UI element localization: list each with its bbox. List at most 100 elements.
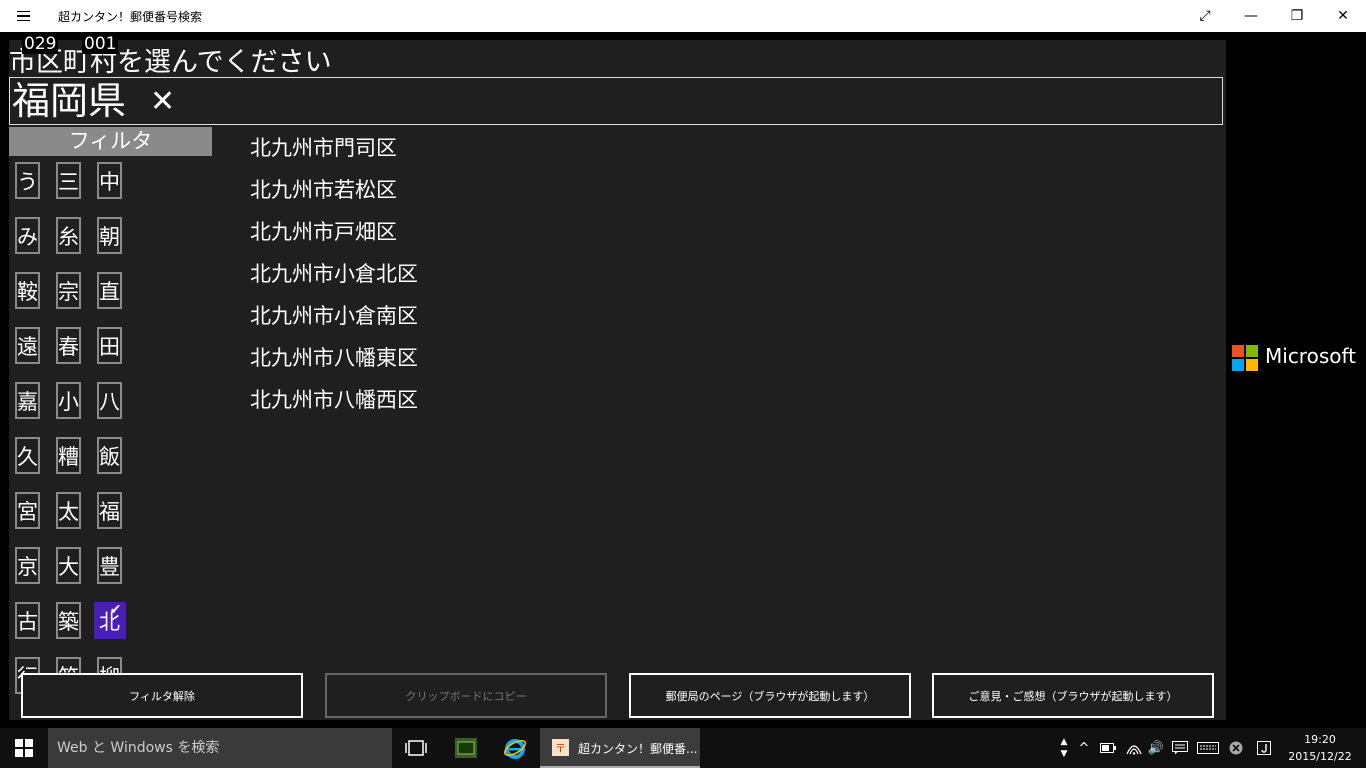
filter-char: 飯: [99, 444, 120, 469]
fullscreen-icon[interactable]: ⤢: [1182, 0, 1228, 32]
filter-char: う: [17, 169, 38, 194]
show-hidden-icons-icon[interactable]: ^: [1076, 728, 1092, 768]
city-list-item[interactable]: 北九州市八幡西区: [250, 385, 418, 427]
windows-start-icon[interactable]: [0, 728, 48, 768]
prefecture-name: 福岡県: [12, 79, 127, 123]
filter-button[interactable]: 糸: [56, 217, 81, 254]
filter-button[interactable]: 福: [97, 492, 122, 529]
filter-char: 直: [99, 279, 120, 304]
filter-char: 築: [58, 609, 79, 634]
filter-button[interactable]: み: [15, 217, 40, 254]
filter-button[interactable]: 大: [56, 547, 81, 584]
logo-square: [1232, 345, 1244, 357]
feedback-button[interactable]: ご意見・ご感想（ブラウザが起動します）: [932, 673, 1214, 718]
city-list-item[interactable]: 北九州市小倉北区: [250, 259, 418, 301]
advertisement[interactable]: Microsoft: [1226, 108, 1357, 603]
filter-char: 朝: [99, 224, 120, 249]
filter-char: 太: [58, 499, 79, 524]
taskbar-active-app[interactable]: 〒 超カンタン！郵便番...: [540, 728, 700, 768]
filter-char: み: [17, 224, 38, 249]
filter-button[interactable]: 直: [97, 272, 122, 309]
filter-button[interactable]: 嘉: [15, 382, 40, 419]
city-list: 北九州市門司区 北九州市若松区 北九州市戸畑区 北九州市小倉北区 北九州市小倉南区 北九州…: [250, 133, 418, 427]
filter-button[interactable]: 北 ✔: [93, 602, 126, 639]
city-list-item[interactable]: 北九州市戸畑区: [250, 217, 418, 259]
filter-char: 宮: [17, 499, 38, 524]
filter-grid: う三中み糸朝鞍宗直遠春田嘉小八久糟飯宮太福京大豊古築北✔行筑柳: [12, 162, 128, 694]
prefecture-code: 029: [22, 34, 59, 54]
filter-button[interactable]: 遠: [15, 327, 40, 364]
post-office-page-button[interactable]: 郵便局のページ（ブラウザが起動します）: [629, 673, 911, 718]
checkmark-icon: ✔: [109, 602, 122, 618]
wifi-icon[interactable]: [1124, 728, 1144, 768]
clear-prefecture-icon[interactable]: ✕: [150, 82, 175, 122]
filter-button[interactable]: 田: [97, 327, 122, 364]
logo-square: [1246, 359, 1258, 371]
title-bar: 超カンタン！郵便番号検索 ⤢ — ❐ ✕: [0, 0, 1366, 32]
taskbar-app-label: 超カンタン！郵便番...: [578, 742, 698, 756]
filter-char: 中: [99, 169, 120, 194]
minimize-button[interactable]: —: [1228, 0, 1274, 32]
clock-date: 2015/12/22: [1288, 750, 1352, 763]
copy-clipboard-button[interactable]: クリップボードにコピー: [325, 673, 607, 718]
filter-char: 古: [17, 609, 38, 634]
internet-explorer-icon[interactable]: [497, 728, 533, 768]
keyboard-icon[interactable]: [1195, 728, 1221, 768]
ime-off-icon[interactable]: [1226, 728, 1246, 768]
postal-app-icon: 〒: [552, 739, 569, 756]
city-count: 001: [82, 34, 119, 54]
filter-button[interactable]: 中: [97, 162, 122, 199]
filter-button[interactable]: 古: [15, 602, 40, 639]
city-list-item[interactable]: 北九州市小倉南区: [250, 301, 418, 343]
filter-char: 大: [58, 554, 79, 579]
scroll-chevron-icon[interactable]: ▲ ▼: [1056, 728, 1072, 768]
notification-icon[interactable]: [1170, 728, 1190, 768]
filter-button[interactable]: 宮: [15, 492, 40, 529]
filter-char: 田: [99, 334, 120, 359]
filter-char: 糟: [58, 444, 79, 469]
logo-square: [1232, 359, 1244, 371]
filter-button[interactable]: 鞍: [15, 272, 40, 309]
filter-button[interactable]: 三: [56, 162, 81, 199]
prefecture-selector[interactable]: 福岡県 ✕: [9, 77, 1223, 125]
close-button[interactable]: ✕: [1320, 0, 1366, 32]
volume-icon[interactable]: 🔊: [1146, 728, 1166, 768]
filter-button[interactable]: 久: [15, 437, 40, 474]
filter-char: 嘉: [17, 389, 38, 414]
clear-filter-button[interactable]: フィルタ解除: [21, 673, 303, 718]
app-pinned-icon[interactable]: [448, 728, 484, 768]
filter-button[interactable]: 糟: [56, 437, 81, 474]
filter-char: 小: [58, 389, 79, 414]
city-list-item[interactable]: 北九州市門司区: [250, 133, 418, 175]
filter-button[interactable]: 宗: [56, 272, 81, 309]
taskbar-search-input[interactable]: Web と Windows を検索: [48, 728, 392, 768]
filter-button[interactable]: 太: [56, 492, 81, 529]
hamburger-menu-icon[interactable]: [10, 4, 36, 28]
filter-char: 鞍: [17, 279, 38, 304]
filter-char: 八: [99, 389, 120, 414]
filter-button[interactable]: 豊: [97, 547, 122, 584]
logo-square: [1246, 345, 1258, 357]
filter-char: 春: [58, 334, 79, 359]
filter-button[interactable]: 築: [56, 602, 81, 639]
filter-char: 遠: [17, 334, 38, 359]
filter-char: 豊: [99, 554, 120, 579]
filter-button[interactable]: 飯: [97, 437, 122, 474]
filter-button[interactable]: 八: [97, 382, 122, 419]
city-list-item[interactable]: 北九州市若松区: [250, 175, 418, 217]
filter-button[interactable]: 朝: [97, 217, 122, 254]
taskbar: Web と Windows を検索 〒 超カンタン！郵便番... ▲ ▼ ^ 🔊 …: [0, 728, 1366, 768]
taskbar-clock[interactable]: 19:20 2015/12/22: [1280, 731, 1360, 765]
city-list-item[interactable]: 北九州市八幡東区: [250, 343, 418, 385]
filter-button[interactable]: 春: [56, 327, 81, 364]
filter-button[interactable]: 京: [15, 547, 40, 584]
battery-icon[interactable]: [1098, 728, 1118, 768]
filter-button[interactable]: 小: [56, 382, 81, 419]
filter-char: 久: [17, 444, 38, 469]
ime-mode-icon[interactable]: [1254, 728, 1274, 768]
filter-button[interactable]: う: [15, 162, 40, 199]
task-view-icon[interactable]: [398, 728, 434, 768]
restore-button[interactable]: ❐: [1274, 0, 1320, 32]
filter-header: フィルタ: [9, 127, 212, 156]
clock-time: 19:20: [1304, 733, 1336, 746]
